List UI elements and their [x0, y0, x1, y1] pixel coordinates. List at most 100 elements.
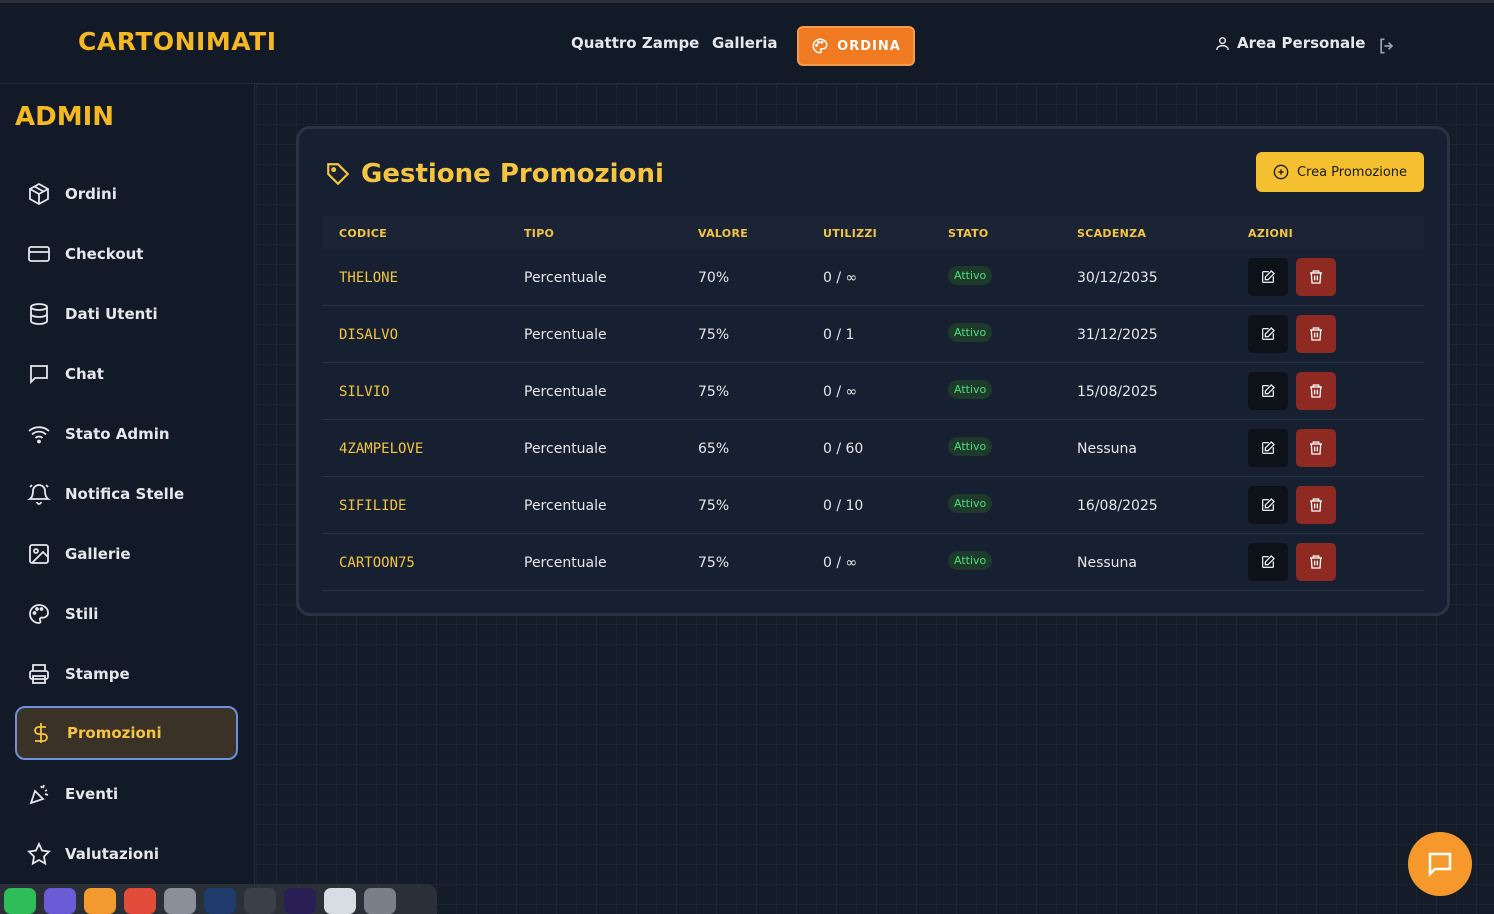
- delete-button[interactable]: [1296, 486, 1336, 524]
- sidebar-item-eventi[interactable]: Eventi: [15, 767, 238, 821]
- promo-code: CARTOON75: [339, 555, 415, 571]
- printer-icon: [29, 664, 49, 684]
- promotions-table: CODICE TIPO VALORE UTILIZZI STATO SCADEN…: [323, 216, 1424, 591]
- sidebar-item-ordini[interactable]: Ordini: [15, 167, 238, 221]
- promo-code: 4ZAMPELOVE: [339, 441, 424, 457]
- sidebar-item-label: Ordini: [65, 185, 117, 203]
- edit-button[interactable]: [1248, 258, 1288, 296]
- package-icon: [29, 182, 49, 206]
- app-icon[interactable]: [84, 888, 116, 914]
- palette-icon: [29, 604, 49, 624]
- admin-sidebar: ADMIN Ordini Checkout Dati Utenti Chat S…: [0, 84, 255, 914]
- sidebar-item-label: Valutazioni: [65, 845, 160, 863]
- settings-icon[interactable]: [164, 888, 196, 914]
- promo-expiry: 31/12/2025: [1077, 327, 1158, 343]
- status-badge: Attivo: [948, 380, 993, 399]
- trash-icon: [1310, 555, 1322, 569]
- column-header: AZIONI: [1248, 227, 1294, 240]
- promo-uses: 0 / 60: [823, 441, 864, 457]
- app-icon[interactable]: [244, 888, 276, 914]
- promo-expiry: 30/12/2035: [1077, 270, 1158, 286]
- promo-expiry: Nessuna: [1077, 441, 1137, 457]
- sidebar-item-label: Stampe: [65, 665, 130, 683]
- sidebar-item-valutazioni[interactable]: Valutazioni: [15, 827, 238, 881]
- os-dock: [0, 884, 437, 914]
- sidebar-item-label: Chat: [65, 365, 104, 383]
- trash-icon[interactable]: [364, 888, 396, 914]
- trash-icon: [1310, 327, 1322, 341]
- star-icon: [27, 842, 51, 866]
- palette-icon: [812, 38, 828, 54]
- edit-icon: [1262, 441, 1275, 454]
- logout-icon[interactable]: [1377, 36, 1397, 56]
- column-header: CODICE: [339, 227, 388, 240]
- sidebar-title: ADMIN: [15, 102, 115, 132]
- promotions-card: Gestione Promozioni Crea Promozione CODI…: [296, 126, 1450, 616]
- sidebar-item-notifica-stelle[interactable]: Notifica Stelle: [15, 467, 238, 521]
- sidebar-item-chat[interactable]: Chat: [15, 347, 238, 401]
- app-icon[interactable]: [44, 888, 76, 914]
- status-badge: Attivo: [948, 323, 993, 342]
- promo-uses: 0 / ∞: [823, 555, 858, 571]
- sidebar-item-label: Promozioni: [67, 724, 162, 742]
- promo-type: Percentuale: [524, 498, 607, 514]
- sidebar-item-label: Checkout: [65, 245, 144, 263]
- promo-expiry: 15/08/2025: [1077, 384, 1158, 400]
- sidebar-item-stato-admin[interactable]: Stato Admin: [15, 407, 238, 461]
- nav-link-quattro-zampe[interactable]: Quattro Zampe: [571, 34, 699, 52]
- sidebar-item-stili[interactable]: Stili: [15, 587, 238, 641]
- sidebar-item-dati-utenti[interactable]: Dati Utenti: [15, 287, 238, 341]
- delete-button[interactable]: [1296, 372, 1336, 410]
- sidebar-item-checkout[interactable]: Checkout: [15, 227, 238, 281]
- promo-uses: 0 / 1: [823, 327, 855, 343]
- order-button[interactable]: ORDINA: [797, 26, 915, 66]
- sidebar-item-gallerie[interactable]: Gallerie: [15, 527, 238, 581]
- trash-icon: [1310, 384, 1322, 398]
- database-icon: [30, 303, 48, 325]
- main-content: Gestione Promozioni Crea Promozione CODI…: [256, 84, 1494, 914]
- chat-fab-button[interactable]: [1408, 832, 1472, 896]
- promo-expiry: Nessuna: [1077, 555, 1137, 571]
- edit-icon: [1262, 270, 1275, 283]
- column-header: SCADENZA: [1077, 227, 1147, 240]
- edit-button[interactable]: [1248, 315, 1288, 353]
- promo-value: 75%: [698, 555, 730, 571]
- chat-icon: [30, 365, 48, 385]
- status-badge: Attivo: [948, 551, 993, 570]
- app-icon[interactable]: [124, 888, 156, 914]
- create-promotion-button[interactable]: Crea Promozione: [1256, 152, 1424, 192]
- edit-button[interactable]: [1248, 372, 1288, 410]
- promo-uses: 0 / 10: [823, 498, 864, 514]
- table-row: 4ZAMPELOVE Percentuale 65% 0 / 60 Attivo…: [323, 420, 1424, 477]
- delete-button[interactable]: [1296, 429, 1336, 467]
- promo-type: Percentuale: [524, 270, 607, 286]
- edit-button[interactable]: [1248, 543, 1288, 581]
- app-icon[interactable]: [284, 888, 316, 914]
- app-icon[interactable]: [204, 888, 236, 914]
- plus-circle-icon: [1273, 164, 1289, 180]
- table-row: DISALVO Percentuale 75% 0 / 1 Attivo 31/…: [323, 306, 1424, 363]
- delete-button[interactable]: [1296, 315, 1336, 353]
- table-row: SILVIO Percentuale 75% 0 / ∞ Attivo 15/0…: [323, 363, 1424, 420]
- column-header: UTILIZZI: [823, 227, 878, 240]
- brand-logo[interactable]: CARTONIMATI: [78, 27, 277, 56]
- sidebar-item-stampe[interactable]: Stampe: [15, 647, 238, 701]
- area-personale-link[interactable]: Area Personale: [1214, 34, 1365, 52]
- delete-button[interactable]: [1296, 543, 1336, 581]
- promo-value: 65%: [698, 441, 730, 457]
- whatsapp-icon[interactable]: [4, 888, 36, 914]
- promo-type: Percentuale: [524, 441, 607, 457]
- chrome-icon[interactable]: [324, 888, 356, 914]
- trash-icon: [1310, 270, 1322, 284]
- promo-uses: 0 / ∞: [823, 384, 858, 400]
- column-header: VALORE: [698, 227, 749, 240]
- trash-icon: [1310, 441, 1322, 455]
- user-icon: [1216, 36, 1229, 50]
- promo-type: Percentuale: [524, 555, 607, 571]
- create-promotion-label: Crea Promozione: [1296, 164, 1408, 180]
- delete-button[interactable]: [1296, 258, 1336, 296]
- edit-button[interactable]: [1248, 486, 1288, 524]
- sidebar-item-promozioni[interactable]: Promozioni: [15, 706, 238, 760]
- nav-link-galleria[interactable]: Galleria: [712, 34, 778, 52]
- edit-button[interactable]: [1248, 429, 1288, 467]
